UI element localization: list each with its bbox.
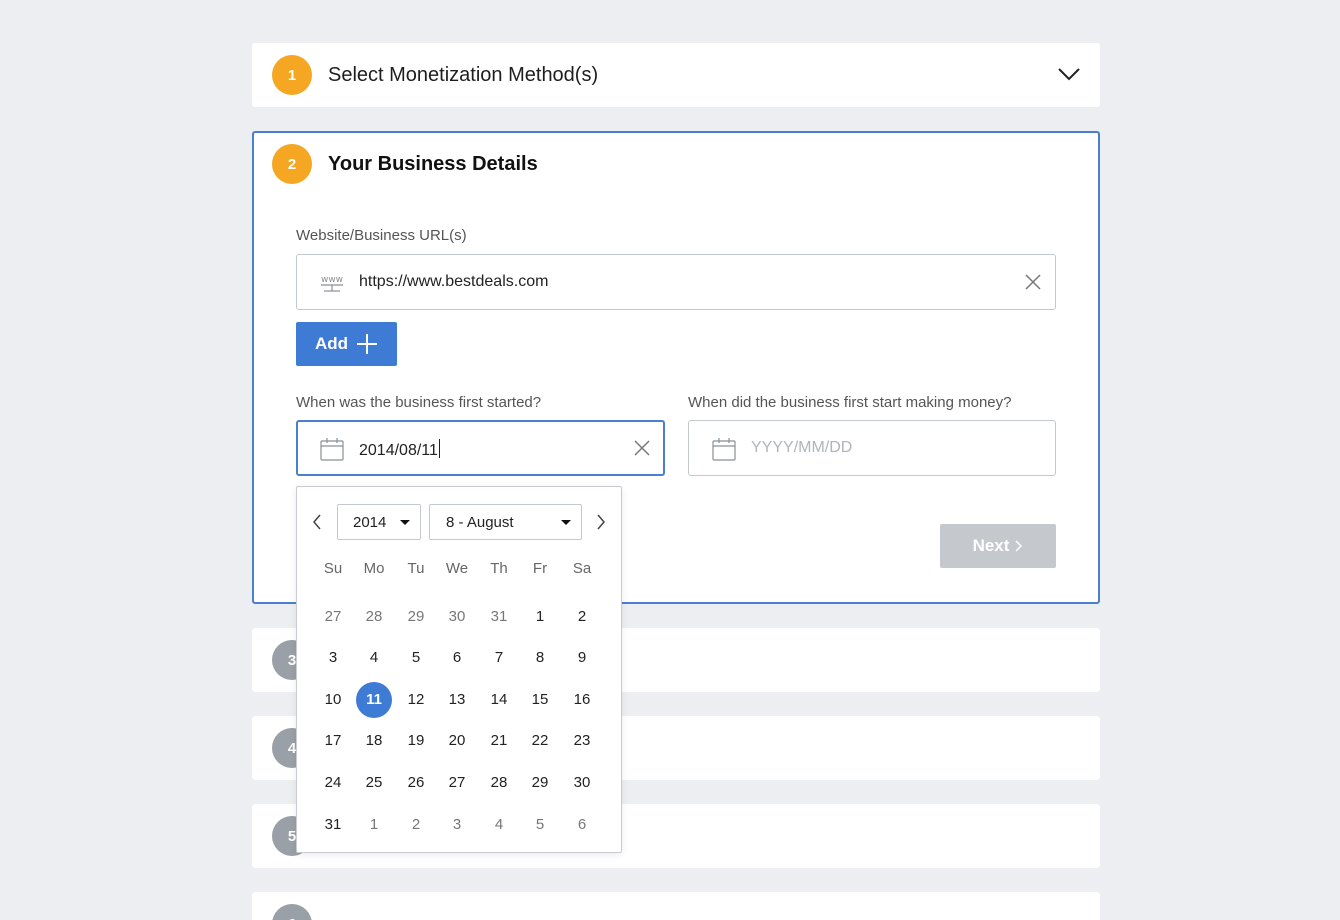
clear-icon[interactable] xyxy=(1025,274,1041,290)
calendar-day[interactable]: 19 xyxy=(398,723,434,759)
calendar-day[interactable]: 15 xyxy=(522,682,558,718)
calendar-day[interactable]: 6 xyxy=(439,640,475,676)
calendar-day[interactable]: 20 xyxy=(439,723,475,759)
calendar-day[interactable]: 3 xyxy=(315,640,351,676)
calendar-day[interactable]: 9 xyxy=(564,640,600,676)
weekday-label: Th xyxy=(490,560,508,577)
weekday-label: Fr xyxy=(532,560,548,577)
caret-down-icon xyxy=(561,520,571,525)
step-2-number: 2 xyxy=(272,144,312,184)
next-button[interactable]: Next xyxy=(940,524,1056,568)
calendar-day[interactable]: 1 xyxy=(522,599,558,635)
weekday-label: Tu xyxy=(407,560,425,577)
calendar-day[interactable]: 25 xyxy=(356,765,392,801)
calendar-icon xyxy=(320,438,344,461)
chevron-right-icon[interactable] xyxy=(595,513,607,531)
calendar-day[interactable]: 29 xyxy=(522,765,558,801)
calendar-day[interactable]: 30 xyxy=(439,599,475,635)
calendar-day[interactable]: 30 xyxy=(564,765,600,801)
step-2-title: Your Business Details xyxy=(328,153,538,175)
calendar-day[interactable]: 31 xyxy=(481,599,517,635)
money-date-field[interactable]: YYYY/MM/DD xyxy=(688,420,1056,476)
calendar-day[interactable]: 3 xyxy=(439,807,475,843)
calendar-day[interactable]: 27 xyxy=(439,765,475,801)
selected-day[interactable]: 11 xyxy=(356,682,392,718)
calendar-day[interactable]: 17 xyxy=(315,723,351,759)
calendar-day[interactable]: 1 xyxy=(356,807,392,843)
calendar-day[interactable]: 24 xyxy=(315,765,351,801)
calendar-day[interactable]: 4 xyxy=(481,807,517,843)
calendar-day[interactable]: 2 xyxy=(564,599,600,635)
weekday-label: We xyxy=(445,560,469,577)
url-label: Website/Business URL(s) xyxy=(296,227,467,244)
calendar-day[interactable]: 2 xyxy=(398,807,434,843)
chevron-down-icon[interactable] xyxy=(1058,67,1080,81)
money-date-placeholder: YYYY/MM/DD xyxy=(751,439,853,456)
started-label: When was the business first started? xyxy=(296,394,542,411)
calendar-icon xyxy=(712,438,736,461)
calendar-day[interactable]: 7 xyxy=(481,640,517,676)
calendar-day[interactable]: 22 xyxy=(522,723,558,759)
step-6-card[interactable]: 6 xyxy=(252,892,1100,920)
svg-text:www: www xyxy=(321,275,343,285)
calendar-day[interactable]: 13 xyxy=(439,682,475,718)
calendar-day[interactable]: 10 xyxy=(315,682,351,718)
month-select-value: 8 - August xyxy=(446,513,514,531)
calendar-day[interactable]: 4 xyxy=(356,640,392,676)
calendar-day[interactable]: 16 xyxy=(564,682,600,718)
calendar-day[interactable]: 23 xyxy=(564,723,600,759)
month-select[interactable]: 8 - August xyxy=(429,504,582,540)
add-button-label: Add xyxy=(315,334,349,353)
next-button-label: Next xyxy=(972,536,1010,555)
calendar-day[interactable]: 21 xyxy=(481,723,517,759)
calendar-day[interactable]: 6 xyxy=(564,807,600,843)
calendar-day[interactable]: 12 xyxy=(398,682,434,718)
www-icon: www xyxy=(321,275,343,292)
money-label: When did the business first start making… xyxy=(688,394,1012,411)
step-1-card[interactable]: 1 Select Monetization Method(s) xyxy=(252,43,1100,107)
add-url-button[interactable]: Add xyxy=(296,322,397,366)
calendar-day[interactable]: 29 xyxy=(398,599,434,635)
weekday-label: Sa xyxy=(572,560,592,577)
calendar-day[interactable]: 26 xyxy=(398,765,434,801)
step-6-number: 6 xyxy=(272,904,312,920)
plus-icon xyxy=(357,334,378,354)
started-date-value: 2014/08/11 xyxy=(359,439,440,460)
calendar-day[interactable]: 5 xyxy=(522,807,558,843)
calendar-day[interactable]: 28 xyxy=(356,599,392,635)
url-value: https://www.bestdeals.com xyxy=(359,273,549,290)
calendar-day[interactable]: 31 xyxy=(315,807,351,843)
calendar-day[interactable]: 18 xyxy=(356,723,392,759)
chevron-right-icon xyxy=(1015,540,1023,552)
url-field[interactable]: www https://www.bestdeals.com xyxy=(296,254,1056,310)
weekday-label: Mo xyxy=(363,560,385,577)
year-select[interactable]: 2014 xyxy=(337,504,421,540)
calendar-day[interactable]: 8 xyxy=(522,640,558,676)
calendar-day[interactable]: 28 xyxy=(481,765,517,801)
date-picker: 2014 8 - August Su Mo Tu We Th Fr Sa 27 28 29 30 31… xyxy=(296,486,622,853)
chevron-left-icon[interactable] xyxy=(311,513,323,531)
weekday-label: Su xyxy=(323,560,343,577)
clear-date-icon[interactable] xyxy=(634,440,650,456)
calendar-day[interactable]: 27 xyxy=(315,599,351,635)
step-1-number: 1 xyxy=(272,55,312,95)
step-1-title: Select Monetization Method(s) xyxy=(328,64,599,86)
caret-down-icon xyxy=(400,520,410,525)
calendar-day[interactable]: 14 xyxy=(481,682,517,718)
calendar-day[interactable]: 5 xyxy=(398,640,434,676)
year-select-value: 2014 xyxy=(353,513,387,531)
started-date-field[interactable]: 2014/08/11 xyxy=(296,420,665,476)
